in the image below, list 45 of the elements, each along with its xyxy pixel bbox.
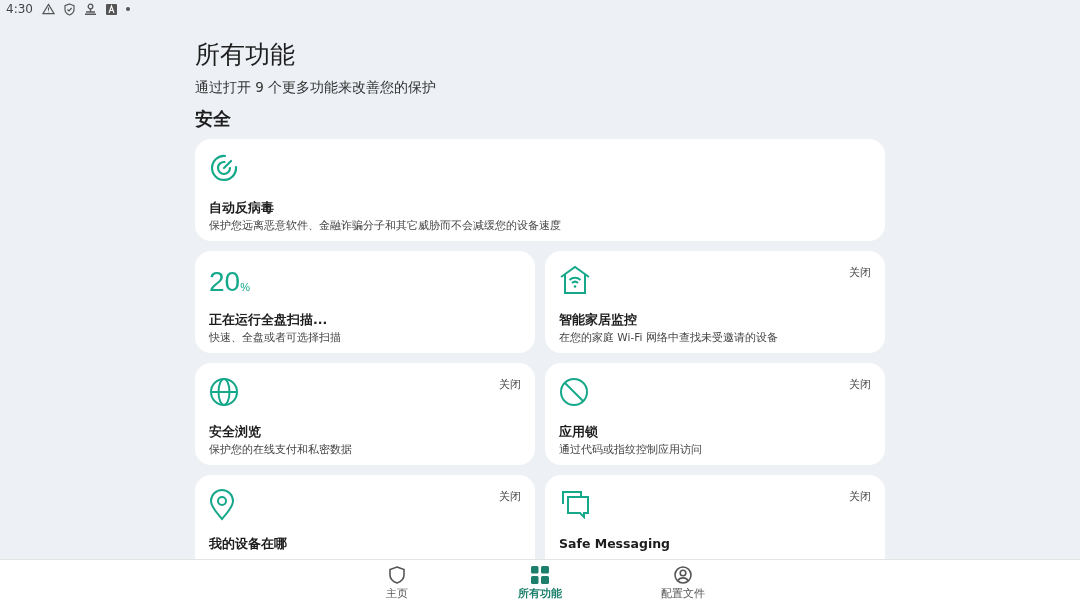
status-label: 关闭	[499, 489, 521, 504]
shield-check-icon	[63, 2, 75, 16]
radar-icon	[209, 153, 239, 183]
feature-title: 安全浏览	[209, 423, 262, 440]
location-pin-icon	[209, 489, 235, 521]
status-time: 4:30	[6, 2, 33, 16]
feature-title: 智能家居监控	[559, 311, 638, 328]
feature-card[interactable]: 关闭 Safe Messaging	[545, 475, 885, 559]
scan-progress: 20%	[209, 265, 250, 299]
wifi-house-icon	[559, 265, 591, 295]
page-subtitle: 通过打开 9 个更多功能来改善您的保护	[195, 78, 438, 96]
warning-icon	[41, 3, 55, 15]
shield-icon	[389, 565, 405, 584]
feature-description: 保护您的在线支付和私密数据	[209, 442, 353, 457]
section-title: 安全	[195, 107, 232, 131]
feature-description: 快速、全盘或者可选择扫描	[209, 330, 342, 345]
status-label: 关闭	[849, 265, 871, 280]
feature-description: 通过代码或指纹控制应用访问	[559, 442, 703, 457]
globe-icon	[209, 377, 239, 407]
nav-tab[interactable]: 所有功能	[468, 560, 612, 606]
feature-title: 自动反病毒	[209, 199, 275, 216]
feature-description: 在您的家庭 Wi-Fi 网络中查找未受邀请的设备	[559, 330, 779, 345]
feature-card[interactable]: 自动反病毒 保护您远离恶意软件、金融诈骗分子和其它威胁而不会减缓您的设备速度	[195, 139, 885, 241]
feature-title: 我的设备在哪	[209, 535, 288, 552]
block-icon	[559, 377, 589, 407]
status-label: 关闭	[849, 377, 871, 392]
feature-description: 保护您远离恶意软件、金融诈骗分子和其它威胁而不会减缓您的设备速度	[209, 218, 562, 233]
feature-title: 正在运行全盘扫描...	[209, 311, 329, 328]
feature-card[interactable]: 关闭 我的设备在哪	[195, 475, 535, 559]
status-label: 关闭	[849, 489, 871, 504]
feature-card[interactable]: 关闭 应用锁 通过代码或指纹控制应用访问	[545, 363, 885, 465]
dot-icon	[125, 7, 130, 11]
nav-tab[interactable]: 配置文件	[611, 560, 755, 606]
nav-tab[interactable]: 主页	[325, 560, 469, 606]
status-label: 关闭	[499, 377, 521, 392]
grid-icon	[531, 565, 549, 584]
feature-card[interactable]: 20% 正在运行全盘扫描... 快速、全盘或者可选择扫描	[195, 251, 535, 353]
feature-card[interactable]: 关闭 智能家居监控 在您的家庭 Wi-Fi 网络中查找未受邀请的设备	[545, 251, 885, 353]
chat-bubbles-icon	[559, 489, 591, 519]
page-title: 所有功能	[195, 39, 296, 71]
feature-title: Safe Messaging	[559, 535, 672, 552]
feature-title: 应用锁	[559, 423, 599, 440]
letter-tile-icon	[105, 3, 117, 15]
feature-card[interactable]: 关闭 安全浏览 保护您的在线支付和私密数据	[195, 363, 535, 465]
profile-icon	[674, 565, 692, 584]
